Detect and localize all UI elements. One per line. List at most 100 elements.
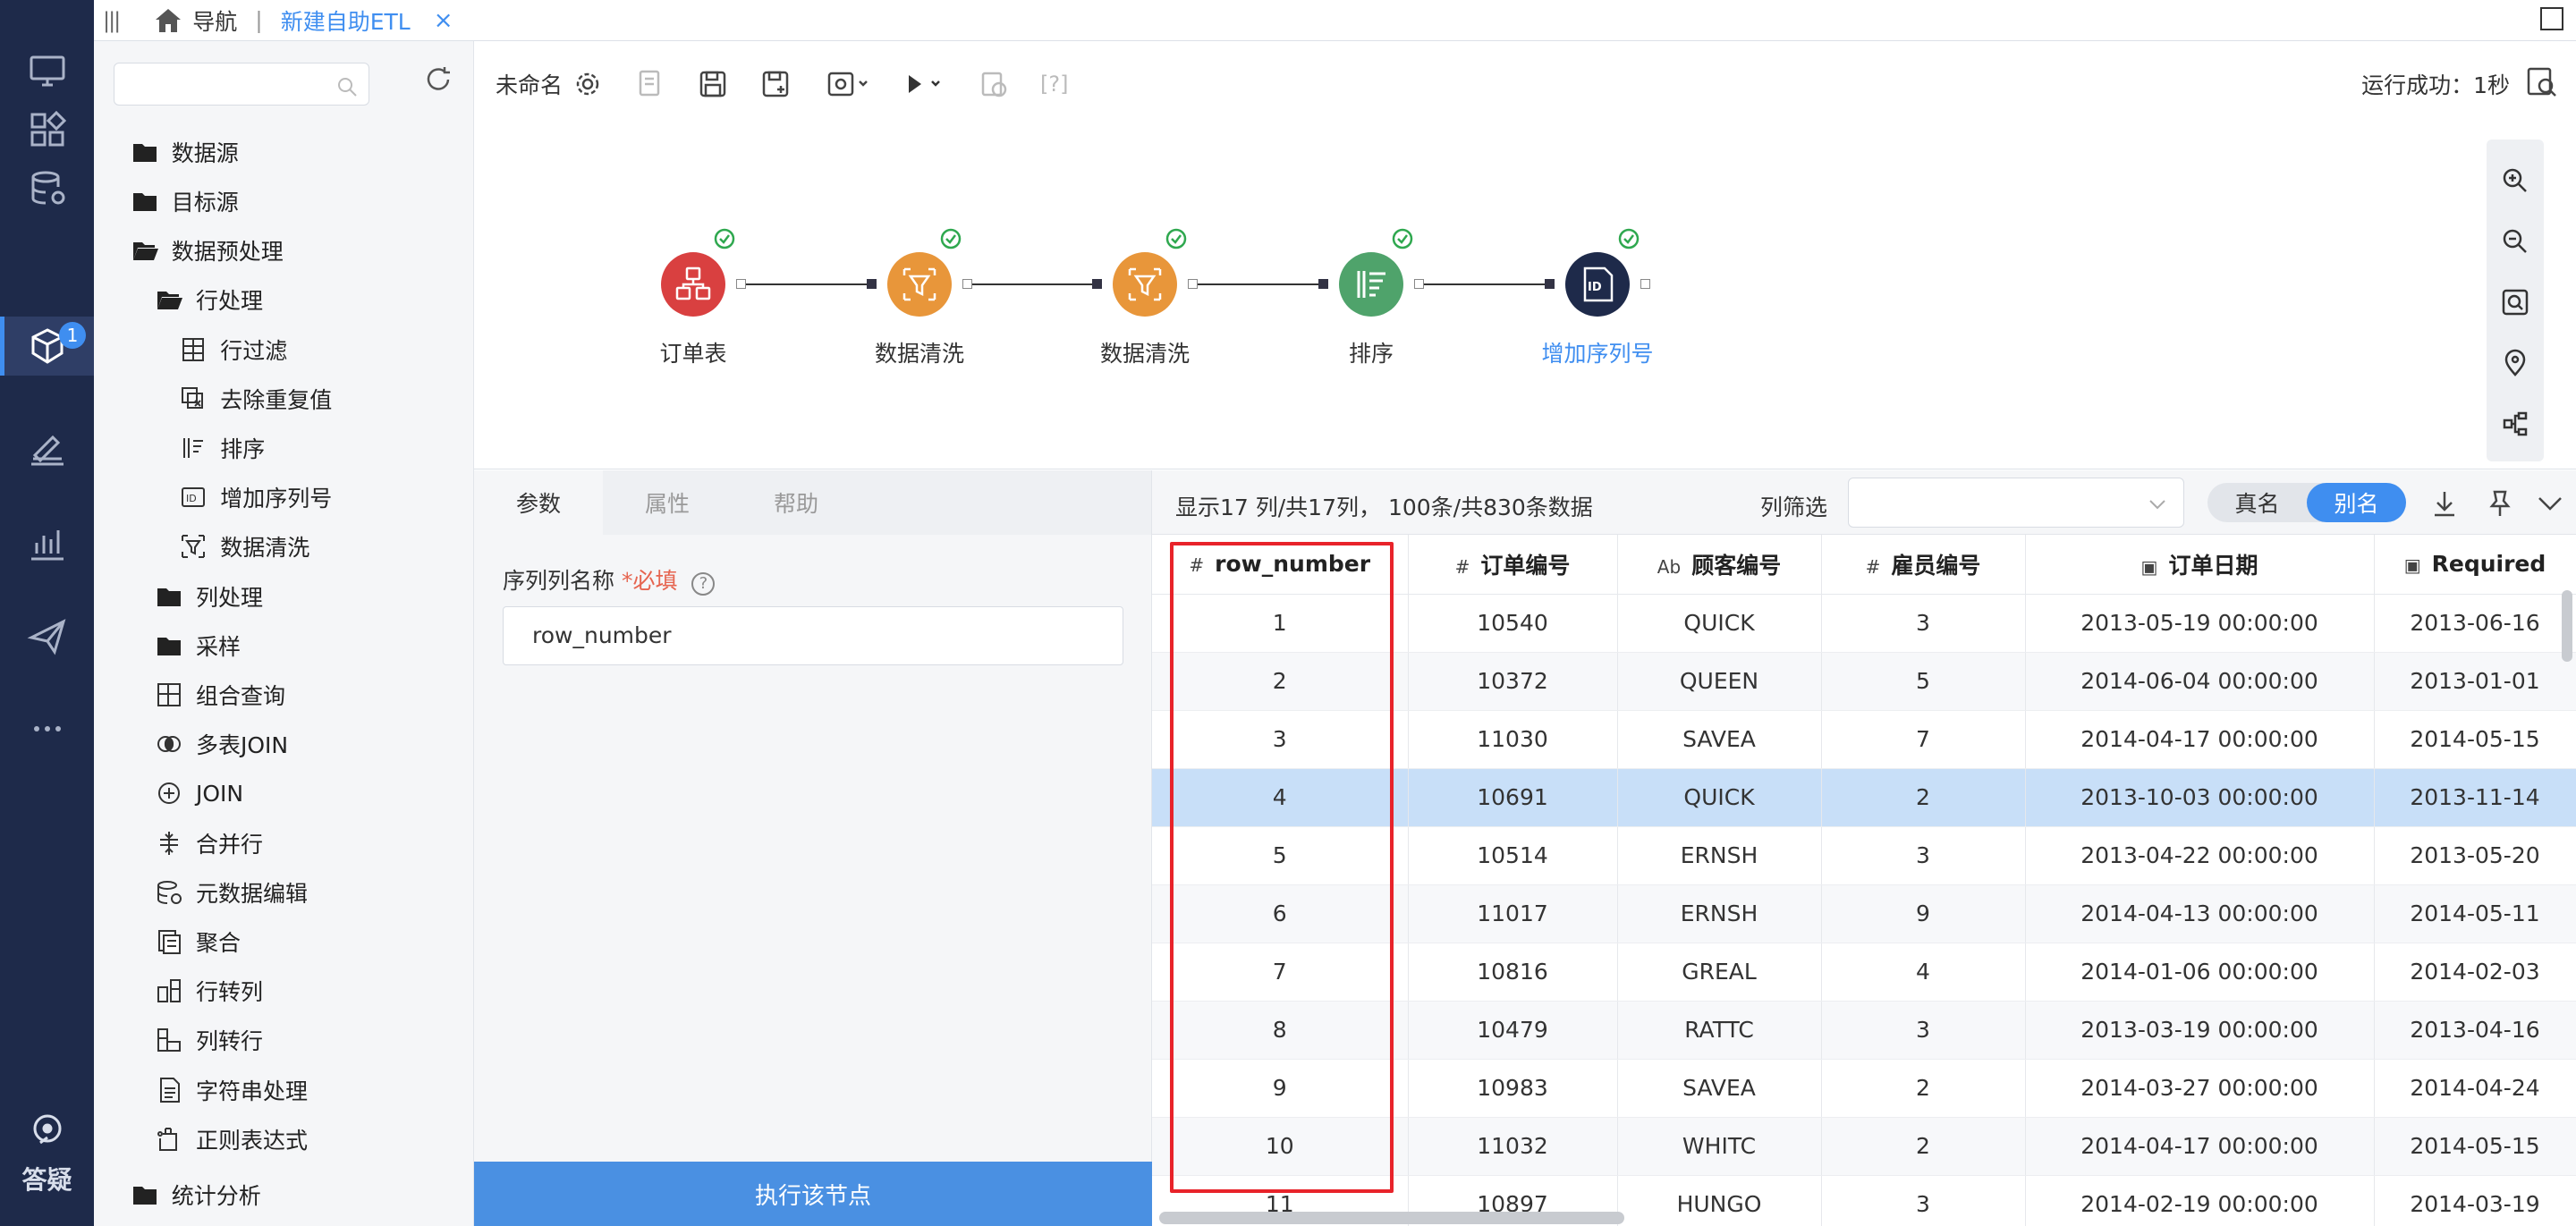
locate-icon[interactable] — [2501, 349, 2529, 377]
question-icon[interactable]: ? — [691, 572, 716, 596]
edit-pen-icon[interactable] — [0, 417, 94, 476]
column-header[interactable]: # 订单编号 — [1408, 535, 1618, 595]
download-icon[interactable] — [2429, 488, 2460, 519]
zoom-out-icon[interactable] — [2501, 227, 2529, 256]
run-log-icon[interactable] — [2524, 64, 2558, 98]
run-icon[interactable] — [902, 68, 947, 100]
output-port[interactable] — [962, 279, 972, 289]
table-cell: 10479 — [1408, 1001, 1618, 1060]
output-port[interactable] — [1640, 279, 1650, 289]
column-header[interactable]: ▣ Required — [2374, 535, 2576, 595]
tree-item[interactable]: 去除重复值 — [179, 381, 332, 417]
tree-item[interactable]: 数据预处理 — [131, 233, 284, 268]
table-cell: 2014-02-19 00:00:00 — [2025, 1175, 2375, 1226]
tree-item[interactable]: 数据清洗 — [179, 528, 309, 564]
flow-node[interactable]: 排序 — [1282, 228, 1461, 368]
tree-item-label: 列处理 — [196, 584, 264, 611]
execute-node-button[interactable]: 执行该节点 — [474, 1162, 1152, 1226]
tree-item[interactable]: 统计分析 — [131, 1177, 261, 1213]
flow-name[interactable]: 未命名 — [496, 68, 563, 100]
search-icon — [338, 78, 357, 97]
tree-item[interactable]: 行处理 — [155, 282, 263, 317]
send-icon[interactable] — [0, 606, 94, 665]
tab-params[interactable]: 参数 — [474, 470, 603, 535]
nav-label: 导航 — [192, 8, 238, 35]
save-as-icon[interactable] — [759, 68, 792, 100]
aggregate-icon — [155, 927, 196, 956]
tree-item[interactable]: 多表JOIN — [155, 726, 288, 762]
column-header[interactable]: # 雇员编号 — [1821, 535, 2026, 595]
tree-item-label: 排序 — [220, 435, 266, 462]
help-entry[interactable]: 答疑 — [0, 1109, 94, 1196]
pin-icon[interactable] — [2485, 488, 2515, 519]
tree-item[interactable]: JOIN — [155, 775, 243, 811]
toggle-real-name[interactable]: 真名 — [2207, 483, 2307, 522]
tree-item[interactable]: ID 增加序列号 — [179, 479, 332, 515]
monitor-icon[interactable] — [0, 41, 94, 100]
flow-node[interactable]: 数据清洗 — [1055, 228, 1234, 368]
tree-item[interactable]: 目标源 — [131, 183, 239, 219]
menu-grip-icon[interactable]: ||| — [103, 8, 121, 33]
fit-view-icon[interactable] — [2501, 288, 2529, 317]
tree-item[interactable]: 字符串处理 — [155, 1072, 308, 1108]
flow-node[interactable]: 订单表 — [604, 228, 783, 368]
dashboard-icon[interactable] — [0, 100, 94, 159]
collapse-chevron-icon[interactable] — [2535, 488, 2565, 519]
clean-icon — [887, 252, 952, 317]
tree-item[interactable]: 列转行 — [155, 1022, 263, 1058]
table-cell: 2013-06-16 — [2374, 594, 2576, 653]
toggle-alias[interactable]: 别名 — [2307, 483, 2406, 522]
flow-node[interactable]: ID 增加序列号 — [1508, 228, 1687, 368]
nav-home-tab[interactable]: 导航 — [153, 4, 237, 37]
chevron-down-icon — [2149, 500, 2165, 510]
refresh-icon[interactable] — [423, 64, 453, 95]
etl-cube-icon[interactable]: 1 — [0, 317, 94, 376]
regex-icon — [155, 1125, 196, 1154]
table-cell: 11017 — [1408, 884, 1618, 943]
folder-open-icon — [131, 236, 172, 265]
table-cell: 2013-03-19 00:00:00 — [2025, 1001, 2375, 1060]
column-header[interactable]: Ab 顾客编号 — [1617, 535, 1822, 595]
close-tab-icon[interactable]: × — [434, 7, 453, 34]
tree-search-input[interactable] — [114, 63, 369, 106]
column-filter-select[interactable] — [1848, 478, 2184, 528]
bar-chart-icon[interactable] — [0, 513, 94, 572]
sequence-column-input[interactable]: row_number — [503, 606, 1123, 665]
output-port[interactable] — [1414, 279, 1424, 289]
tree-item[interactable]: 排序 — [179, 430, 265, 466]
node-tree-panel: 数据源目标源数据预处理行处理行过滤去除重复值排序 ID 增加序列号 数据清洗列处理采样… — [94, 41, 474, 1226]
tree-item[interactable]: 采样 — [155, 628, 241, 664]
merge-rows-icon — [155, 829, 196, 858]
tab-properties[interactable]: 属性 — [603, 470, 732, 535]
name-alias-toggle[interactable]: 真名 别名 — [2207, 483, 2406, 522]
tab-new-etl[interactable]: 新建自助ETL — [281, 4, 411, 37]
tree-item[interactable]: 正则表达式 — [155, 1121, 308, 1157]
output-port[interactable] — [736, 279, 746, 289]
maximize-icon[interactable] — [2540, 7, 2563, 30]
tree-item[interactable]: 组合查询 — [155, 677, 285, 713]
auto-layout-icon[interactable] — [2501, 410, 2529, 438]
tree-item[interactable]: 元数据编辑 — [155, 875, 308, 910]
column-header[interactable]: ▣ 订单日期 — [2025, 535, 2375, 595]
run-settings-icon[interactable] — [822, 68, 872, 100]
tree-item[interactable]: 数据源 — [131, 134, 239, 170]
tree-item[interactable]: 行转列 — [155, 973, 263, 1009]
more-icon[interactable] — [0, 699, 94, 758]
output-port[interactable] — [1188, 279, 1198, 289]
save-icon[interactable] — [697, 68, 729, 100]
tab-bar: ||| 导航 | 新建自助ETL × — [94, 0, 2576, 41]
horizontal-scrollbar[interactable] — [1159, 1212, 1624, 1224]
tree-item[interactable]: 合并行 — [155, 825, 263, 861]
tree-item[interactable]: 列处理 — [155, 579, 263, 614]
tab-help[interactable]: 帮助 — [732, 470, 860, 535]
vertical-scrollbar[interactable] — [2562, 590, 2572, 662]
settings-icon[interactable] — [572, 68, 604, 100]
database-settings-icon[interactable] — [0, 159, 94, 218]
params-panel: 参数 属性 帮助 序列列名称 *必填 ? row_number 执行该节点 — [474, 470, 1152, 1226]
tree-item[interactable]: 行过滤 — [179, 332, 287, 368]
flow-node[interactable]: 数据清洗 — [830, 228, 1009, 368]
sequence-column-label: 序列列名称 *必填 ? — [503, 563, 716, 596]
flow-canvas[interactable]: 订单表 数据清洗 数据清洗 排序 ID 增加序列号 — [474, 127, 2576, 469]
tree-item[interactable]: 聚合 — [155, 924, 241, 960]
zoom-in-icon[interactable] — [2501, 166, 2529, 195]
